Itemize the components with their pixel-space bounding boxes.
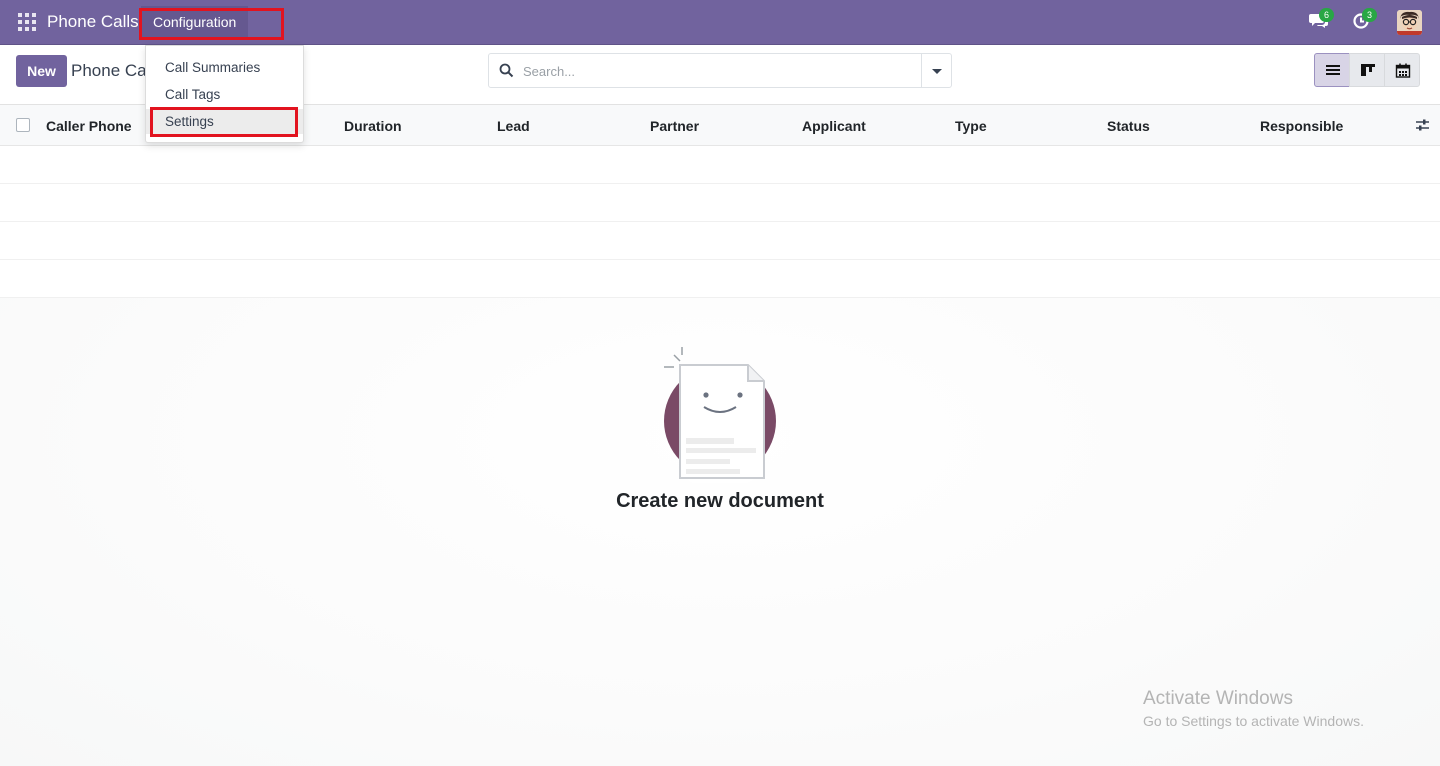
settings-highlight-box <box>150 107 298 137</box>
list-view-button[interactable] <box>1314 53 1350 87</box>
activity-clock-icon[interactable]: 3 <box>1352 8 1377 33</box>
column-caller-phone[interactable]: Caller Phone <box>46 118 132 134</box>
table-row <box>0 184 1440 222</box>
messages-badge: 6 <box>1319 8 1334 22</box>
column-status[interactable]: Status <box>1107 118 1150 134</box>
watermark-subtitle: Go to Settings to activate Windows. <box>1143 713 1364 729</box>
kanban-view-button[interactable] <box>1349 53 1385 87</box>
watermark-title: Activate Windows <box>1143 688 1293 709</box>
new-button[interactable]: New <box>16 55 67 87</box>
windows-activation-watermark: Activate Windows Go to Settings to activ… <box>1143 688 1364 729</box>
calendar-view-icon <box>1395 63 1411 78</box>
kanban-view-icon <box>1361 64 1375 76</box>
optional-columns-icon[interactable] <box>1415 118 1430 137</box>
search-options-toggle[interactable] <box>921 54 951 87</box>
column-responsible[interactable]: Responsible <box>1260 118 1343 134</box>
list-view-icon <box>1326 65 1340 75</box>
column-partner[interactable]: Partner <box>650 118 699 134</box>
app-brand[interactable]: Phone Calls <box>47 12 139 32</box>
apps-menu-icon[interactable] <box>18 13 36 31</box>
column-duration[interactable]: Duration <box>344 118 402 134</box>
empty-state-title: Create new document <box>616 490 824 512</box>
search-bar <box>488 53 952 88</box>
table-row <box>0 146 1440 184</box>
empty-document-illustration <box>660 343 780 491</box>
table-row <box>0 222 1440 260</box>
table-row <box>0 260 1440 298</box>
search-icon <box>499 63 514 78</box>
column-applicant[interactable]: Applicant <box>802 118 866 134</box>
menu-item-call-summaries[interactable]: Call Summaries <box>146 55 303 80</box>
configuration-highlight-box <box>139 8 284 40</box>
select-all-checkbox[interactable] <box>16 118 30 132</box>
search-input[interactable] <box>523 60 913 82</box>
menu-item-call-tags[interactable]: Call Tags <box>146 82 303 107</box>
messages-icon[interactable]: 6 <box>1309 8 1334 33</box>
column-lead[interactable]: Lead <box>497 118 530 134</box>
calendar-view-button[interactable] <box>1384 53 1420 87</box>
breadcrumb: Phone Cal <box>71 61 151 80</box>
view-switcher <box>1314 53 1420 87</box>
user-avatar[interactable] <box>1397 10 1422 35</box>
column-type[interactable]: Type <box>955 118 987 134</box>
activity-badge: 3 <box>1362 8 1377 22</box>
